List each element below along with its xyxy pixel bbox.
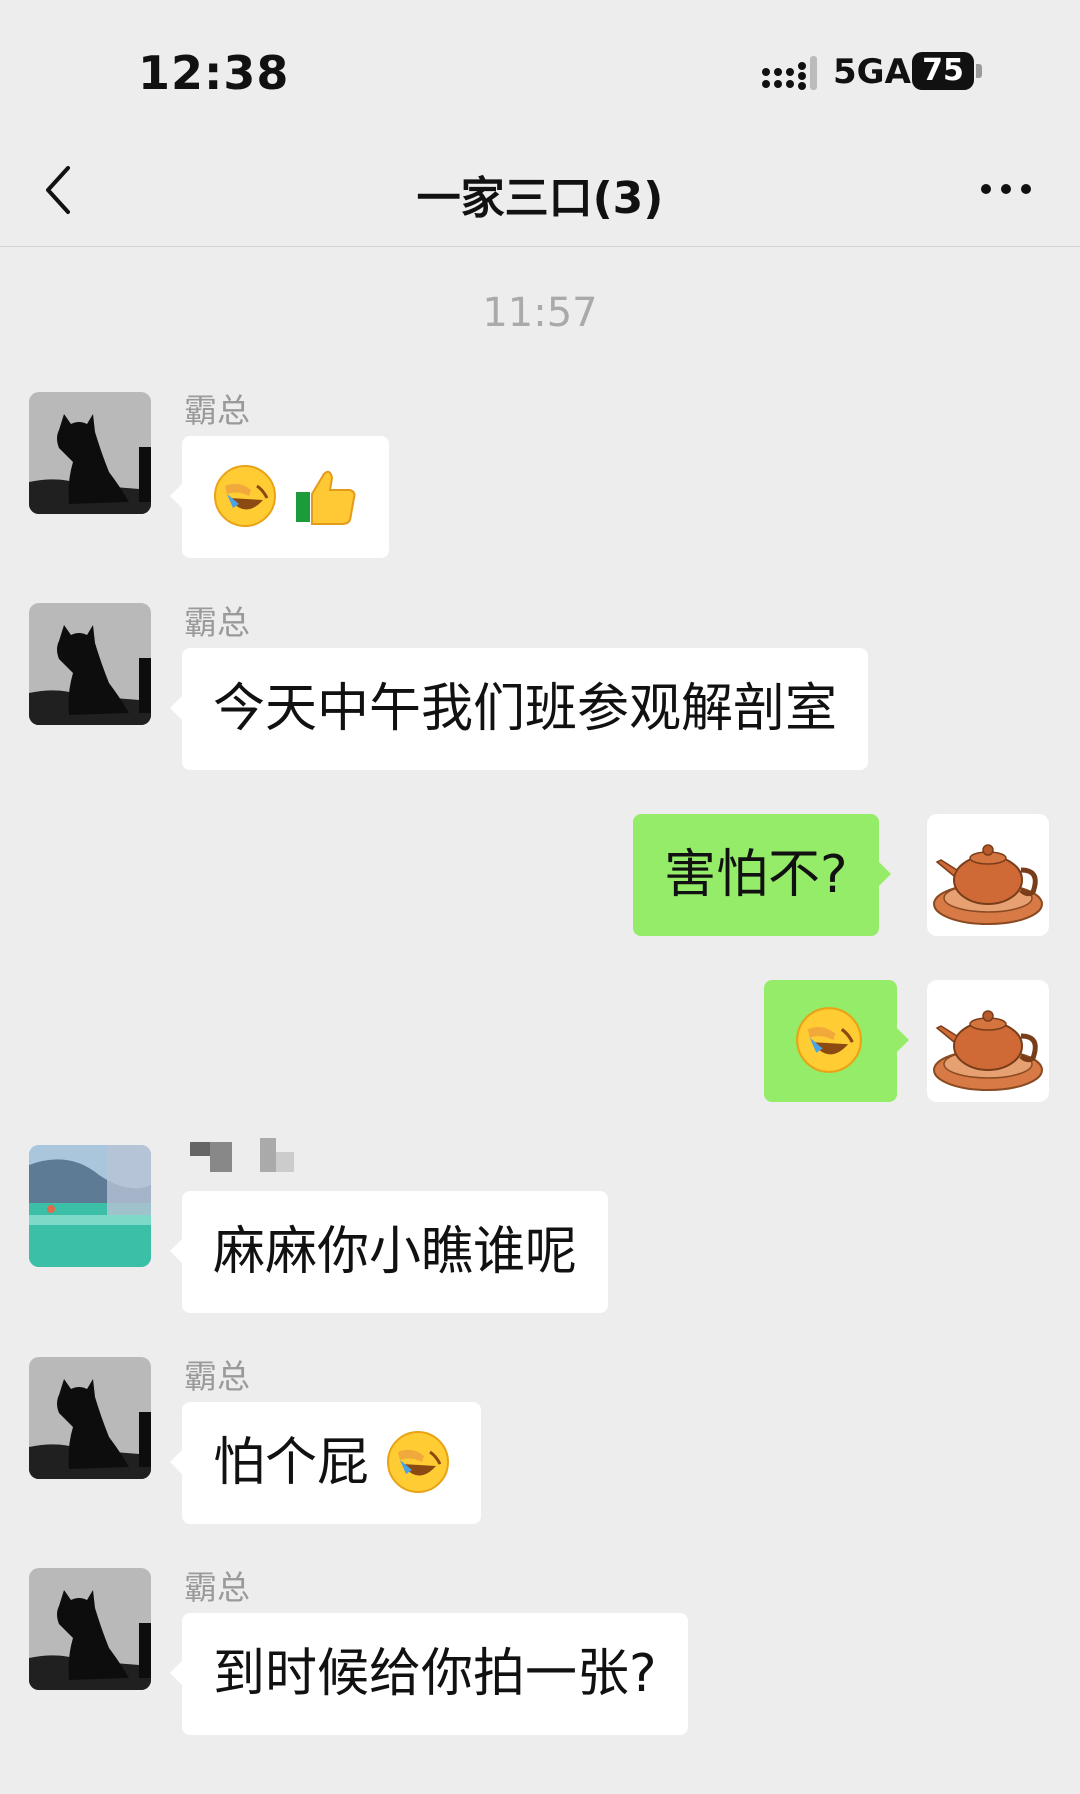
facepalm-laugh-emoji-icon [795,1006,863,1074]
status-bar: 12:38 5GA 75 [0,0,1080,130]
message-bubble[interactable]: 怕个屁 [170,1402,481,1524]
message-text: 麻麻你小瞧谁呢 [213,1222,578,1282]
avatar[interactable] [29,1357,151,1479]
sender-name: 霸总 [184,1357,250,1396]
my-avatar[interactable] [927,980,1049,1102]
message-text: 今天中午我们班参观解剖室 [213,679,838,739]
avatar[interactable] [29,392,151,514]
teapot-icon [927,980,1049,1102]
status-time: 12:38 [138,46,290,100]
sea-landscape-icon [29,1145,151,1267]
message-bubble[interactable]: 到时候给你拍一张? [170,1613,688,1735]
sender-name: 霸总 [184,603,250,642]
avatar[interactable] [29,1568,151,1690]
message-bubble[interactable]: 今天中午我们班参观解剖室 [169,648,869,770]
more-icon[interactable] [976,174,1036,204]
sender-name: 霸总 [184,391,250,430]
chat-title: 一家三口(3) [416,173,664,224]
cat-silhouette-icon [29,392,151,514]
message-text: 到时候给你拍一张? [213,1644,657,1704]
message-text: 怕个屁 [213,1433,370,1493]
message-bubble[interactable]: 麻麻你小瞧谁呢 [169,1191,609,1313]
cat-silhouette-icon [29,1568,151,1690]
battery-level: 75 [912,52,974,90]
my-avatar[interactable] [927,814,1049,936]
signal-icon [762,56,817,90]
message-bubble-outgoing[interactable]: 害怕不? [633,814,891,936]
message-bubble[interactable] [170,436,389,558]
facepalm-laugh-emoji-icon [386,1430,450,1494]
sender-name: 霸总 [184,1568,250,1607]
message-text: 害怕不? [664,845,848,905]
thumbs-up-emoji-icon [294,470,356,525]
message-bubble-outgoing[interactable] [764,980,909,1102]
message-timestamp: 11:57 [482,290,598,336]
cat-silhouette-icon [29,1357,151,1479]
avatar[interactable] [29,1145,151,1267]
network-type: 5GA [833,52,911,92]
cat-silhouette-icon [29,603,151,725]
blurred-sender-name [190,1138,294,1172]
teapot-icon [927,814,1049,936]
chat-header: 一家三口(3) [0,130,1080,247]
avatar[interactable] [29,603,151,725]
facepalm-laugh-emoji-icon [213,464,277,528]
battery-icon: 75 [912,52,984,90]
